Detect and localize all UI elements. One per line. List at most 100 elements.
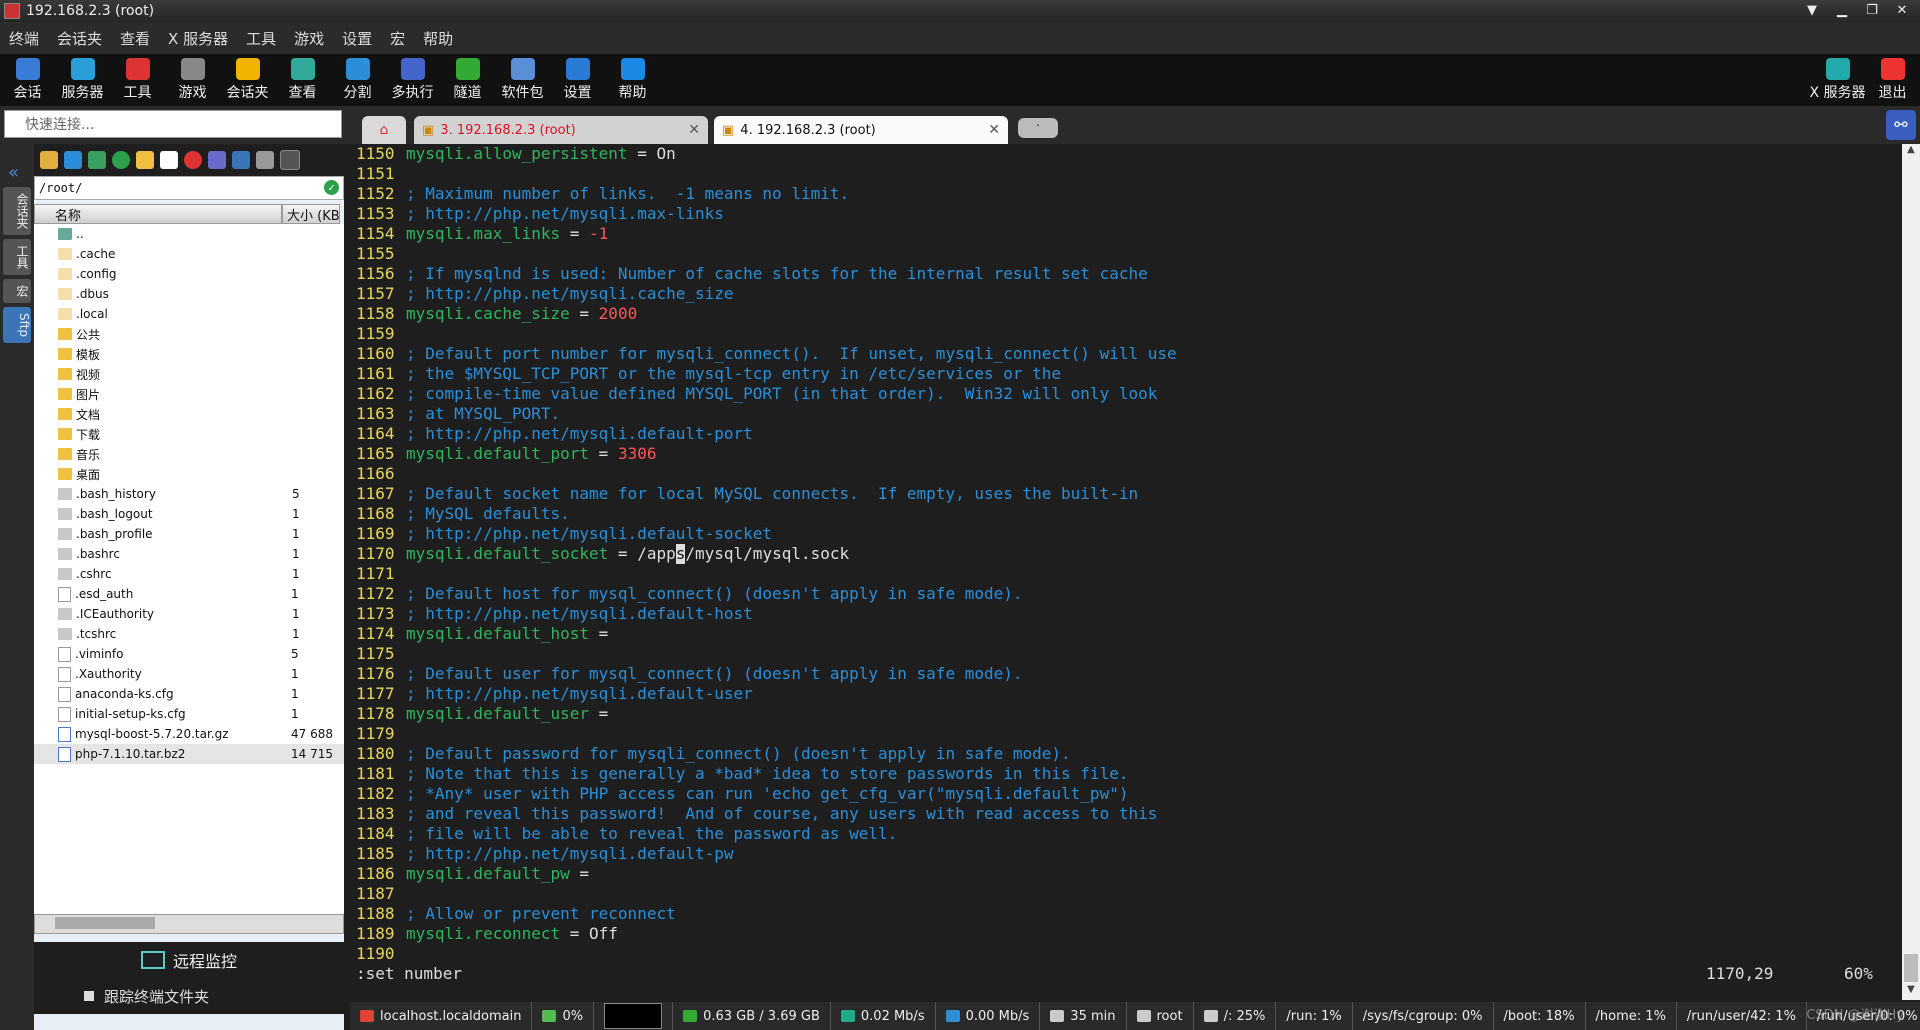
toolbar-button[interactable]: 分割 — [330, 54, 385, 106]
permissions-icon[interactable] — [256, 151, 274, 169]
side-tab-sessions[interactable]: 会话夹 — [3, 187, 31, 235]
file-row[interactable]: .. — [34, 224, 344, 244]
scroll-up-icon[interactable]: ▲ — [1902, 144, 1920, 160]
tab-session-3[interactable]: ▣ 3. 192.168.2.3 (root) ✕ — [414, 116, 708, 144]
file-row[interactable]: 图片 — [34, 384, 344, 404]
delete-icon[interactable] — [184, 151, 202, 169]
file-row[interactable]: .bash_profile 1 — [34, 524, 344, 544]
terminal-view[interactable]: 1150 mysqli.allow_persistent = On 1151 1152… — [350, 144, 1902, 1000]
menu-item[interactable]: 会话夹 — [48, 28, 111, 49]
toolbar-button[interactable]: 多执行 — [385, 54, 440, 106]
checkbox-icon[interactable] — [84, 991, 94, 1001]
close-button[interactable]: ✕ — [1890, 2, 1914, 20]
toggle-view-icon[interactable] — [232, 151, 250, 169]
close-tab-icon[interactable]: ✕ — [688, 122, 700, 138]
toolbar-button[interactable]: 退出 — [1865, 54, 1920, 106]
file-row[interactable]: php-7.1.10.tar.bz2 14 715 — [34, 744, 344, 764]
file-row[interactable]: .bash_logout 1 — [34, 504, 344, 524]
side-tab-tools[interactable]: 工具 — [3, 239, 31, 275]
toolbar-button[interactable]: 服务器 — [55, 54, 110, 106]
minimize-button[interactable]: ▁ — [1830, 2, 1854, 20]
column-name[interactable]: 名称 — [34, 204, 282, 224]
menu-item[interactable]: 终端 — [0, 28, 48, 49]
scroll-thumb[interactable] — [1904, 954, 1918, 982]
refresh-icon[interactable] — [112, 151, 130, 169]
link-icon[interactable]: ⚯ — [1886, 110, 1916, 140]
menu-item[interactable]: 宏 — [381, 28, 414, 49]
toolbar-button[interactable]: 设置 — [550, 54, 605, 106]
menu-item[interactable]: 帮助 — [414, 28, 462, 49]
file-row[interactable]: 音乐 — [34, 444, 344, 464]
side-tab-macros[interactable]: 宏 — [3, 279, 31, 303]
file-row[interactable]: .bashrc 1 — [34, 544, 344, 564]
follow-folder-checkbox[interactable]: 跟踪终端文件夹 — [34, 978, 344, 1014]
power-icon — [1880, 58, 1905, 80]
remote-monitor-button[interactable]: 远程监控 — [34, 942, 344, 978]
file-row[interactable]: 文档 — [34, 404, 344, 424]
checkmark-icon[interactable]: ✓ — [324, 180, 339, 195]
terminal-icon[interactable] — [280, 150, 300, 170]
maximize-button[interactable]: ❐ — [1860, 2, 1884, 20]
scroll-down-icon[interactable]: ▼ — [1902, 984, 1920, 1000]
file-row[interactable]: .cshrc 1 — [34, 564, 344, 584]
file-row[interactable]: .ICEauthority 1 — [34, 604, 344, 624]
file-row[interactable]: .tcshrc 1 — [34, 624, 344, 644]
file-row[interactable]: 视频 — [34, 364, 344, 384]
new-folder-icon[interactable] — [136, 151, 154, 169]
line-number: 1187 — [356, 884, 395, 903]
menu-item[interactable]: 查看 — [111, 28, 159, 49]
tab-session-4[interactable]: ▣ 4. 192.168.2.3 (root) ✕ — [714, 116, 1008, 144]
home-tab[interactable]: ⌂ — [362, 116, 406, 144]
file-row[interactable]: 下载 — [34, 424, 344, 444]
file-row[interactable]: .Xauthority 1 — [34, 664, 344, 684]
toolbar-button[interactable]: 隧道 — [440, 54, 495, 106]
quick-connect-input[interactable]: 快速连接... — [4, 110, 342, 138]
download-icon[interactable] — [64, 151, 82, 169]
file-row[interactable]: .viminfo 5 — [34, 644, 344, 664]
file-list-scrollbar[interactable] — [34, 914, 344, 934]
file-row[interactable]: .local — [34, 304, 344, 324]
file-row[interactable]: .bash_history 5 — [34, 484, 344, 504]
file-row[interactable]: 桌面 — [34, 464, 344, 484]
toolbar-button[interactable]: 查看 — [275, 54, 330, 106]
menu-item[interactable]: X 服务器 — [159, 28, 237, 49]
line-number: 1172 — [356, 584, 395, 603]
rename-icon[interactable] — [208, 151, 226, 169]
file-row[interactable]: .cache — [34, 244, 344, 264]
sftp-path-field[interactable]: /root/ ✓ — [34, 176, 344, 200]
toolbar-button[interactable]: X 服务器 — [1809, 54, 1866, 106]
collapse-arrow-icon[interactable]: « — [8, 162, 34, 183]
file-row[interactable]: mysql-boost-5.7.20.tar.gz 47 688 — [34, 724, 344, 744]
side-tab-sftp[interactable]: Sftp — [3, 307, 31, 343]
column-size[interactable]: 大小 (KB) — [282, 204, 340, 224]
file-row[interactable]: 公共 — [34, 324, 344, 344]
new-file-icon[interactable] — [160, 151, 178, 169]
file-row[interactable]: .dbus — [34, 284, 344, 304]
remote-monitor-label: 远程监控 — [172, 952, 237, 971]
file-name: 视频 — [76, 367, 101, 382]
close-tab-icon[interactable]: ✕ — [988, 122, 1000, 138]
menu-item[interactable]: 设置 — [333, 28, 381, 49]
upload-icon[interactable] — [88, 151, 106, 169]
toolbar-button-label: 查看 — [288, 85, 317, 101]
menu-item[interactable]: 游戏 — [285, 28, 333, 49]
scroll-thumb[interactable] — [55, 917, 155, 929]
file-row[interactable]: anaconda-ks.cfg 1 — [34, 684, 344, 704]
file-row[interactable]: .esd_auth 1 — [34, 584, 344, 604]
terminal-scrollbar[interactable]: ▲ ▼ — [1902, 144, 1920, 1000]
terminal-line: 1159 — [350, 324, 1902, 344]
dropdown-icon[interactable]: ▼ — [1800, 2, 1824, 20]
new-tab-button[interactable]: · — [1018, 118, 1058, 138]
toolbar-button[interactable]: 会话夹 — [220, 54, 275, 106]
parent-folder-icon[interactable] — [40, 151, 58, 169]
file-row[interactable]: initial-setup-ks.cfg 1 — [34, 704, 344, 724]
toolbar-button[interactable]: 帮助 — [605, 54, 660, 106]
file-row[interactable]: 模板 — [34, 344, 344, 364]
terminal-line: 1167 ; Default socket name for local MySQ… — [350, 484, 1902, 504]
toolbar-button[interactable]: 软件包 — [495, 54, 550, 106]
toolbar-button[interactable]: 游戏 — [165, 54, 220, 106]
file-row[interactable]: .config — [34, 264, 344, 284]
toolbar-button[interactable]: 会话 — [0, 54, 55, 106]
menu-item[interactable]: 工具 — [237, 28, 285, 49]
toolbar-button[interactable]: 工具 — [110, 54, 165, 106]
